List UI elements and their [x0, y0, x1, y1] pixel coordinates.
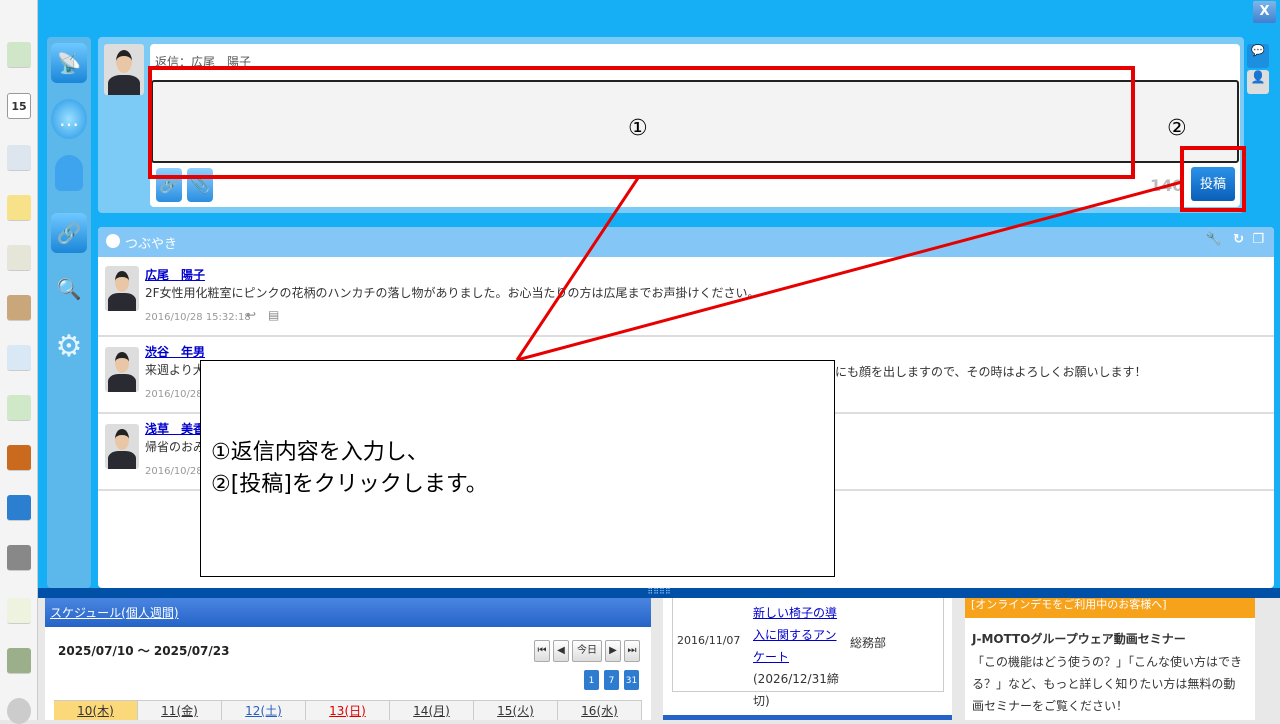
- tweet-time: 2016/10/28: [145, 389, 203, 400]
- avatar: [105, 266, 139, 311]
- attach-file-icon[interactable]: 📎: [187, 168, 213, 202]
- tweet-text: 2F女性用化粧室にピンクの花柄のハンカチの落し物がありました。お心当たりの方は広…: [145, 286, 760, 300]
- char-counter: 140: [1150, 176, 1184, 195]
- date-range: 2025/07/10 ～ 2025/07/23: [58, 644, 230, 658]
- tweet-view-icon[interactable]: 💬: [1247, 44, 1269, 68]
- instruction-line-2: ②[投稿]をクリックします。: [211, 472, 488, 497]
- feed-title: つぶやき: [125, 237, 178, 252]
- tweet-text: 来週より大: [145, 363, 205, 377]
- survey-dept: 総務部: [850, 636, 887, 650]
- refresh-icon[interactable]: ↻: [1233, 232, 1244, 247]
- instruction-line-1: ①返信内容を入力し、: [211, 440, 429, 465]
- avatar: [105, 347, 139, 392]
- author-link[interactable]: 広尾 陽子: [145, 266, 205, 283]
- instruction-callout: ①返信内容を入力し、 ②[投稿]をクリックします。: [200, 360, 835, 577]
- neo-icon[interactable]: [7, 495, 31, 521]
- prev-week-button[interactable]: ⏮: [534, 640, 550, 662]
- overlay-nav: 📡 … 🔗 🔍 ⚙: [47, 37, 91, 588]
- resize-handle[interactable]: ⠿⠿⠿⠿: [38, 588, 1280, 598]
- wrench-icon[interactable]: 🔧: [1206, 232, 1222, 247]
- schedule-panel: スケジュール(個人週間) 2025/07/10 ～ 2025/07/23 ⏮ ◀…: [45, 598, 651, 720]
- board-icon[interactable]: [7, 245, 31, 271]
- search-icon[interactable]: 🔍: [51, 269, 87, 309]
- feed-item: 広尾 陽子 2F女性用化粧室にピンクの花柄のハンカチの落し物がありました。お心当…: [98, 262, 1274, 337]
- week-view-icon[interactable]: 7: [604, 670, 619, 690]
- restore-window-icon[interactable]: ❐: [1252, 232, 1264, 247]
- day-header-row: 10(木) 11(金) 12(土) 13(日) 14(月) 15(火) 16(水…: [54, 700, 642, 720]
- day-view-icon[interactable]: 1: [584, 670, 599, 690]
- archive-icon[interactable]: ▤: [268, 308, 279, 322]
- link-icon[interactable]: 🔗: [51, 213, 87, 253]
- notice-title: J-MOTTOグループウェア動画セミナー: [972, 632, 1186, 646]
- survey-item: 2016/11/07 新しい椅子の導入に関するアンケート (2026/12/31締…: [672, 598, 944, 708]
- search-doc-icon[interactable]: [7, 345, 31, 371]
- notice-header: [オンラインデモをご利用中のお客様へ]: [965, 598, 1255, 618]
- survey-link[interactable]: 新しい椅子の導入に関するアンケート: [753, 606, 837, 664]
- author-link[interactable]: 渋谷 年男: [145, 343, 205, 360]
- today-button[interactable]: 今日: [572, 640, 602, 662]
- survey-deadline: (2026/12/31締切): [753, 672, 839, 708]
- marker-2: ②: [1167, 116, 1187, 141]
- banner2-icon[interactable]: [7, 648, 31, 674]
- tweet-text: 帰省のおみ: [145, 440, 206, 454]
- close-button[interactable]: X: [1253, 1, 1276, 23]
- survey-date: 2016/11/07: [677, 634, 741, 647]
- user-icon[interactable]: [51, 155, 87, 195]
- profile-view-icon[interactable]: 👤: [1247, 70, 1269, 94]
- day-cell[interactable]: 14(月): [390, 701, 474, 720]
- day-cell[interactable]: 12(土): [222, 701, 306, 720]
- next-panel-header: [663, 715, 952, 720]
- gear-icon[interactable]: [7, 698, 31, 724]
- schedule-title-link[interactable]: スケジュール(個人週間): [50, 604, 179, 621]
- memo-icon[interactable]: [7, 195, 31, 221]
- day-cell[interactable]: 11(金): [138, 701, 222, 720]
- tweet-time: 2016/10/28: [145, 466, 203, 477]
- facility-icon[interactable]: [7, 145, 31, 171]
- schedule-header: スケジュール(個人週間): [45, 598, 651, 627]
- day-cell[interactable]: 16(水): [558, 701, 642, 720]
- post-button[interactable]: 投稿: [1191, 167, 1235, 201]
- clipboard-icon[interactable]: [7, 295, 31, 321]
- workflow-icon[interactable]: [7, 395, 31, 421]
- reply-icon[interactable]: ↩: [246, 308, 256, 322]
- insert-link-icon[interactable]: 🔗: [156, 168, 182, 202]
- calendar-icon[interactable]: 15: [7, 93, 31, 119]
- tweet-icon: [106, 234, 120, 248]
- app-launcher-bar: 15: [0, 0, 38, 724]
- my-avatar: [104, 44, 144, 95]
- day-cell[interactable]: 13(日): [306, 701, 390, 720]
- avatar: [105, 424, 139, 469]
- files-icon[interactable]: [7, 445, 31, 471]
- month-view-icon[interactable]: 31: [624, 670, 639, 690]
- chat-bubble-icon[interactable]: …: [51, 99, 87, 139]
- reply-label: 返信：広尾 陽子: [155, 55, 252, 69]
- prev-day-button[interactable]: ◀: [553, 640, 569, 662]
- notice-panel: [オンラインデモをご利用中のお客様へ] J-MOTTOグループウェア動画セミナー…: [965, 598, 1255, 720]
- folder-icon[interactable]: [7, 545, 31, 571]
- notice-body: 「この機能はどう使うの？」「こんな使い方はできる？」など、もっと詳しく知りたい方…: [972, 655, 1243, 713]
- day-cell[interactable]: 15(火): [474, 701, 558, 720]
- next-week-button[interactable]: ⏭: [624, 640, 640, 662]
- tweet-text-tail: にも顔を出しますので、その時はよろしくお願いします！: [835, 365, 1147, 379]
- feed-header: つぶやき 🔧 ↻ ❐: [98, 227, 1274, 257]
- author-link[interactable]: 浅草 美香: [145, 420, 205, 437]
- portal-icon[interactable]: [7, 42, 31, 68]
- settings-icon[interactable]: ⚙: [51, 327, 87, 367]
- next-day-button[interactable]: ▶: [605, 640, 621, 662]
- banner-icon[interactable]: [7, 598, 31, 624]
- marker-1: ①: [628, 116, 648, 141]
- reply-input[interactable]: [151, 80, 1239, 163]
- tweet-time: 2016/10/28 15:32:18: [145, 312, 251, 323]
- broadcast-icon[interactable]: 📡: [51, 43, 87, 83]
- day-cell[interactable]: 10(木): [54, 701, 138, 720]
- survey-panel: 2016/11/07 新しい椅子の導入に関するアンケート (2026/12/31締…: [663, 598, 952, 720]
